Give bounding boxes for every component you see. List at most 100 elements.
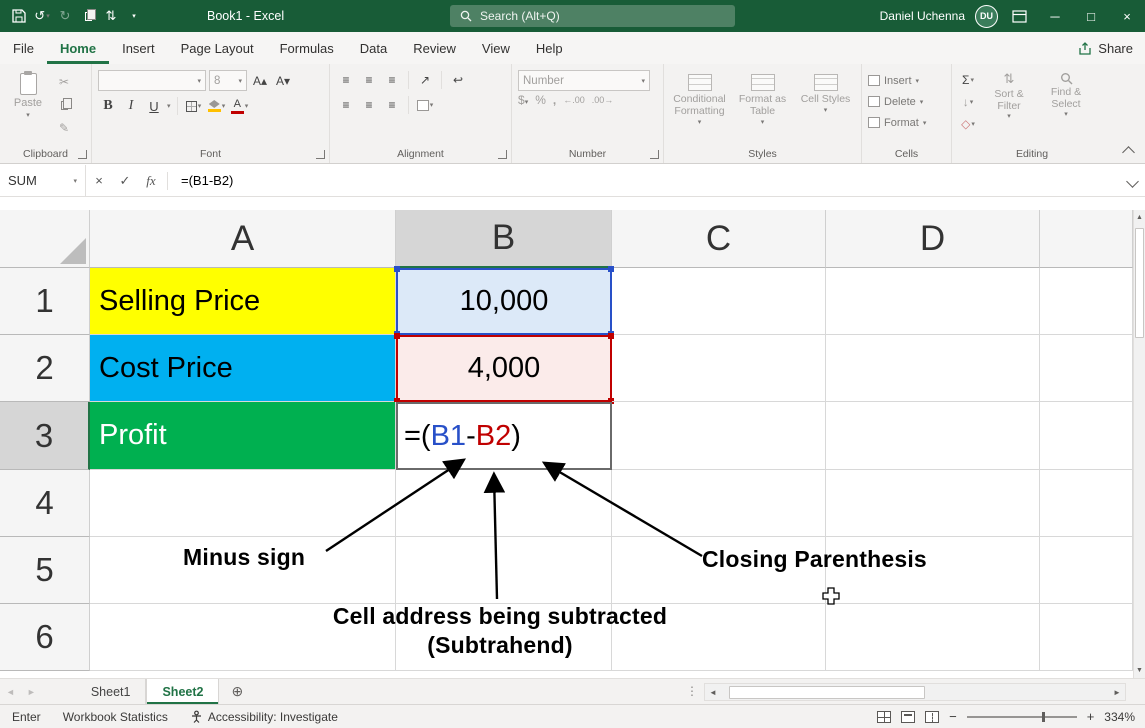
cell-c4[interactable]	[612, 470, 826, 537]
zoom-out-button[interactable]: −	[949, 709, 957, 724]
maximize-button[interactable]: □	[1073, 0, 1109, 32]
clear-button[interactable]: ◇▾	[958, 114, 978, 134]
cell-c3[interactable]	[612, 402, 826, 470]
sheet-tab-sheet1[interactable]: Sheet1	[76, 679, 147, 704]
name-box[interactable]: SUM ▾	[0, 165, 86, 196]
vertical-scrollbar[interactable]: ▲ ▼	[1133, 210, 1145, 678]
workbook-statistics-button[interactable]: Workbook Statistics	[63, 710, 168, 724]
formula-input[interactable]: =(B1-B2)	[181, 173, 233, 188]
row-header-2[interactable]: 2	[0, 335, 90, 402]
cell-a4[interactable]	[90, 470, 396, 537]
format-as-table-button[interactable]: Format as Table ▾	[733, 70, 792, 127]
tab-view[interactable]: View	[469, 32, 523, 64]
cell-a1[interactable]: Selling Price	[90, 268, 396, 335]
scroll-right-icon[interactable]: ►	[1109, 688, 1125, 697]
autosum-button[interactable]: Σ▾	[958, 70, 978, 90]
row-header-4[interactable]: 4	[0, 470, 90, 537]
enter-entry-button[interactable]: ✓	[112, 165, 138, 196]
cell-b4[interactable]	[396, 470, 612, 537]
sort-ascending-button[interactable]: ⇅	[100, 4, 122, 28]
borders-button[interactable]: ▾	[184, 96, 204, 116]
tab-scrollbar-splitter[interactable]: ⋮	[686, 684, 698, 698]
expand-formula-bar-icon[interactable]	[1126, 175, 1139, 188]
share-button[interactable]: Share	[1078, 32, 1133, 64]
row-header-6[interactable]: 6	[0, 604, 90, 671]
wrap-text-button[interactable]: ↩	[448, 70, 468, 90]
sort-filter-button[interactable]: ⇅ Sort & Filter ▾	[983, 70, 1035, 134]
cell-d3[interactable]	[826, 402, 1040, 470]
accounting-format-button[interactable]: $▾	[518, 93, 528, 107]
middle-align-button[interactable]: ≡	[359, 70, 379, 90]
zoom-slider-thumb[interactable]	[1042, 712, 1045, 722]
next-sheet-button[interactable]: ►	[21, 687, 42, 697]
cell-b3-formula[interactable]: =(B1-B2)	[396, 402, 612, 470]
search-input[interactable]: Search (Alt+Q)	[450, 5, 735, 27]
tab-insert[interactable]: Insert	[109, 32, 168, 64]
close-button[interactable]: ×	[1109, 0, 1145, 32]
column-header-c[interactable]: C	[612, 210, 826, 268]
sheet-tab-sheet2[interactable]: Sheet2	[146, 679, 219, 704]
tab-file[interactable]: File	[0, 32, 47, 64]
underline-button[interactable]: U	[144, 96, 164, 116]
cell-c2[interactable]	[612, 335, 826, 402]
tab-review[interactable]: Review	[400, 32, 469, 64]
percent-style-button[interactable]: %	[535, 93, 546, 107]
row-header-1[interactable]: 1	[0, 268, 90, 335]
accessibility-checker-button[interactable]: Accessibility: Investigate	[190, 710, 338, 724]
zoom-in-button[interactable]: +	[1087, 709, 1095, 724]
merge-center-button[interactable]: ▾	[415, 95, 435, 115]
ribbon-display-options-button[interactable]	[1012, 10, 1027, 23]
paste-button[interactable]: Paste ▾	[6, 70, 50, 138]
vertical-scrollbar-thumb[interactable]	[1135, 228, 1144, 338]
cell-c1[interactable]	[612, 268, 826, 335]
cut-button[interactable]: ✂	[54, 72, 74, 92]
number-format-combo[interactable]: Number▾	[518, 70, 650, 91]
font-size-combo[interactable]: 8▾	[209, 70, 247, 91]
tab-data[interactable]: Data	[347, 32, 400, 64]
decrease-decimal-button[interactable]: .00→	[592, 95, 614, 105]
cell-a3[interactable]: Profit	[90, 402, 396, 470]
cell-e5[interactable]	[1040, 537, 1133, 604]
tab-formulas[interactable]: Formulas	[267, 32, 347, 64]
normal-view-button[interactable]	[877, 711, 891, 723]
cell-b5[interactable]	[396, 537, 612, 604]
cell-styles-button[interactable]: Cell Styles ▾	[796, 70, 855, 127]
dialog-launcher-icon[interactable]	[78, 150, 87, 159]
scroll-up-icon[interactable]: ▲	[1134, 210, 1145, 225]
scroll-down-icon[interactable]: ▼	[1134, 663, 1145, 678]
increase-font-size-button[interactable]: A▴	[250, 71, 270, 91]
orientation-button[interactable]: ↗	[415, 70, 435, 90]
italic-button[interactable]: I	[121, 96, 141, 116]
row-header-5[interactable]: 5	[0, 537, 90, 604]
cell-d1[interactable]	[826, 268, 1040, 335]
cell-e1[interactable]	[1040, 268, 1133, 335]
column-header-e[interactable]	[1040, 210, 1133, 268]
cell-d4[interactable]	[826, 470, 1040, 537]
copy-button[interactable]	[54, 95, 74, 115]
horizontal-scrollbar[interactable]: ◄ ►	[704, 683, 1126, 701]
dialog-launcher-icon[interactable]	[498, 150, 507, 159]
cell-d2[interactable]	[826, 335, 1040, 402]
undo-button[interactable]: ↺▾	[31, 4, 53, 28]
comma-style-button[interactable]: ,	[553, 93, 556, 107]
avatar[interactable]: DU	[975, 5, 998, 28]
page-break-preview-button[interactable]	[925, 711, 939, 723]
page-layout-view-button[interactable]	[901, 711, 915, 723]
insert-function-button[interactable]: fx	[138, 165, 164, 196]
column-header-d[interactable]: D	[826, 210, 1040, 268]
redo-button[interactable]: ↻	[54, 4, 76, 28]
dialog-launcher-icon[interactable]	[316, 150, 325, 159]
new-sheet-button[interactable]: ⊕	[231, 683, 243, 700]
cell-d6[interactable]	[826, 604, 1040, 671]
tab-home[interactable]: Home	[47, 32, 109, 64]
cancel-entry-button[interactable]: ×	[86, 165, 112, 196]
top-align-button[interactable]: ≡	[336, 70, 356, 90]
font-name-combo[interactable]: ▾	[98, 70, 206, 91]
save-button[interactable]	[8, 4, 30, 28]
cell-b2[interactable]: 4,000	[396, 335, 612, 402]
cell-e2[interactable]	[1040, 335, 1133, 402]
scroll-left-icon[interactable]: ◄	[705, 688, 721, 697]
select-all-corner[interactable]	[0, 210, 90, 268]
column-header-a[interactable]: A	[90, 210, 396, 268]
find-select-button[interactable]: Find & Select ▾	[1040, 70, 1092, 134]
